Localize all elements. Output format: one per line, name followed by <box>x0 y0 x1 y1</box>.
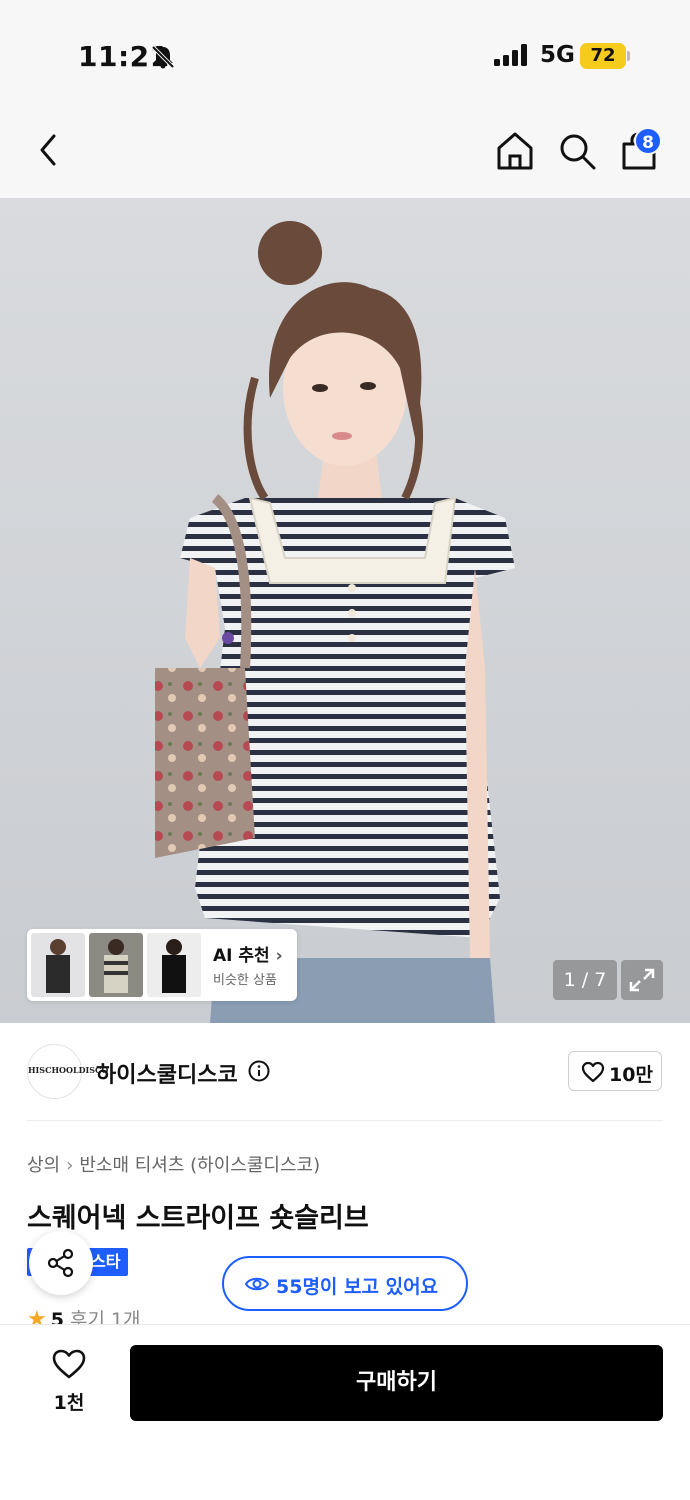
share-button[interactable] <box>29 1231 93 1295</box>
top-nav <box>0 100 690 198</box>
chevron-right-icon: › <box>66 1155 74 1176</box>
brand-like-button[interactable]: 10만 <box>568 1051 662 1091</box>
home-icon[interactable] <box>494 130 536 172</box>
section-divider <box>27 1120 663 1121</box>
bell-muted-icon <box>151 45 175 69</box>
recommend-thumb-2 <box>89 933 143 997</box>
product-title: 스퀘어넥 스트라이프 숏슬리브 <box>27 1203 369 1234</box>
brand-logo[interactable]: HISCHOOLDISCO <box>27 1044 108 1099</box>
product-photo <box>155 221 515 1023</box>
buy-button[interactable]: 구매하기 <box>130 1345 663 1421</box>
brand-name[interactable]: 하이스쿨디스코 <box>96 1057 238 1089</box>
ai-recommend-card[interactable]: AI 추천 › 비슷한 상품 <box>27 929 297 1001</box>
signal-icon <box>494 44 527 66</box>
recommend-thumb-3 <box>147 933 201 997</box>
brand-like-count: 10만 <box>609 1064 653 1086</box>
share-icon <box>47 1248 74 1278</box>
search-icon[interactable] <box>556 130 598 172</box>
heart-icon <box>52 1349 86 1379</box>
wish-count: 1천 <box>53 1392 85 1414</box>
ai-recommend-subtitle: 비슷한 상품 <box>213 973 277 988</box>
wish-button[interactable]: 1천 <box>40 1346 98 1422</box>
back-icon[interactable] <box>32 130 68 170</box>
breadcrumb: 상의 › 반소매 티셔츠 (하이스쿨디스코) <box>27 1151 320 1177</box>
product-page: 11:21 5G 72 8 AI 추천 › 비슷한 상품 1 / 7 HISCH… <box>0 0 690 1500</box>
product-image-gallery[interactable] <box>0 198 690 1023</box>
ai-recommend-title: AI 추천 › <box>213 946 283 966</box>
image-pager: 1 / 7 <box>553 960 617 1000</box>
eye-icon <box>244 1277 270 1291</box>
info-icon[interactable] <box>248 1060 270 1082</box>
recommend-thumb-1 <box>31 933 85 997</box>
breadcrumb-item-subcategory[interactable]: 반소매 티셔츠 (하이스쿨디스코) <box>79 1155 320 1176</box>
viewers-text: 55명이 보고 있어요 <box>276 1276 439 1298</box>
heart-icon <box>581 1061 605 1083</box>
status-bar: 11:21 5G 72 <box>0 0 690 100</box>
viewers-pill: 55명이 보고 있어요 <box>222 1256 468 1311</box>
battery-tip <box>627 51 630 61</box>
breadcrumb-item-category[interactable]: 상의 <box>27 1155 60 1176</box>
network-label: 5G <box>540 42 575 68</box>
battery-indicator: 72 <box>580 43 626 69</box>
expand-icon[interactable] <box>621 960 663 1000</box>
cart-count-badge: 8 <box>634 127 662 155</box>
chevron-right-icon: › <box>275 946 283 966</box>
